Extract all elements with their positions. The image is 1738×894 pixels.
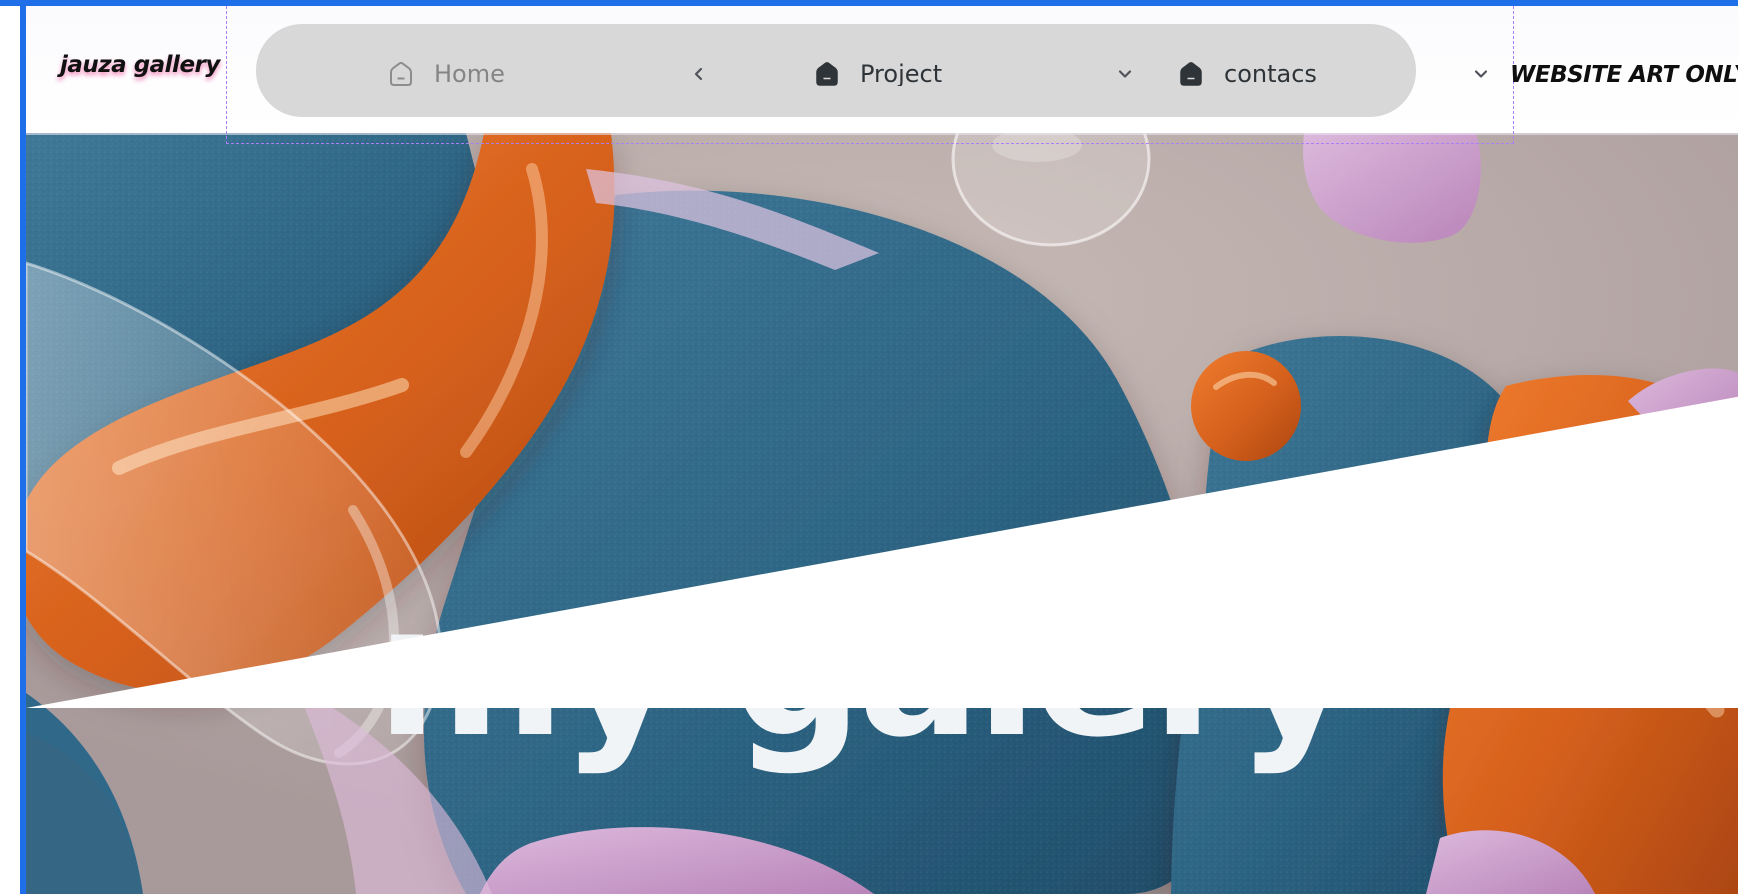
site-header: jauza gallery Home Project contacs WEBSI… bbox=[26, 6, 1738, 144]
website-art-only-label: WEBSITE ART ONLY bbox=[1510, 62, 1738, 88]
home-icon bbox=[814, 60, 840, 88]
main-navigation: Home Project contacs bbox=[256, 24, 1488, 117]
nav-item-home[interactable]: Home bbox=[388, 56, 708, 92]
nav-item-contacs[interactable]: contacs bbox=[1178, 56, 1490, 92]
chevron-down-icon[interactable] bbox=[1116, 65, 1134, 83]
hero-section: my galery bbox=[26, 133, 1738, 894]
window-top-edge bbox=[0, 0, 1738, 6]
white-mark-graphic bbox=[26, 396, 1738, 709]
window-left-edge bbox=[20, 6, 26, 894]
nav-item-project[interactable]: Project bbox=[814, 56, 1134, 92]
nav-item-label: contacs bbox=[1224, 62, 1317, 86]
page: jauza gallery Home Project contacs WEBSI… bbox=[0, 0, 1738, 894]
nav-item-label: Home bbox=[434, 62, 505, 86]
chevron-left-icon[interactable] bbox=[690, 65, 708, 83]
home-icon bbox=[388, 60, 414, 88]
home-icon bbox=[1178, 60, 1204, 88]
site-logo[interactable]: jauza gallery bbox=[60, 52, 240, 86]
nav-item-label: Project bbox=[860, 62, 943, 86]
chevron-down-icon[interactable] bbox=[1472, 65, 1490, 83]
